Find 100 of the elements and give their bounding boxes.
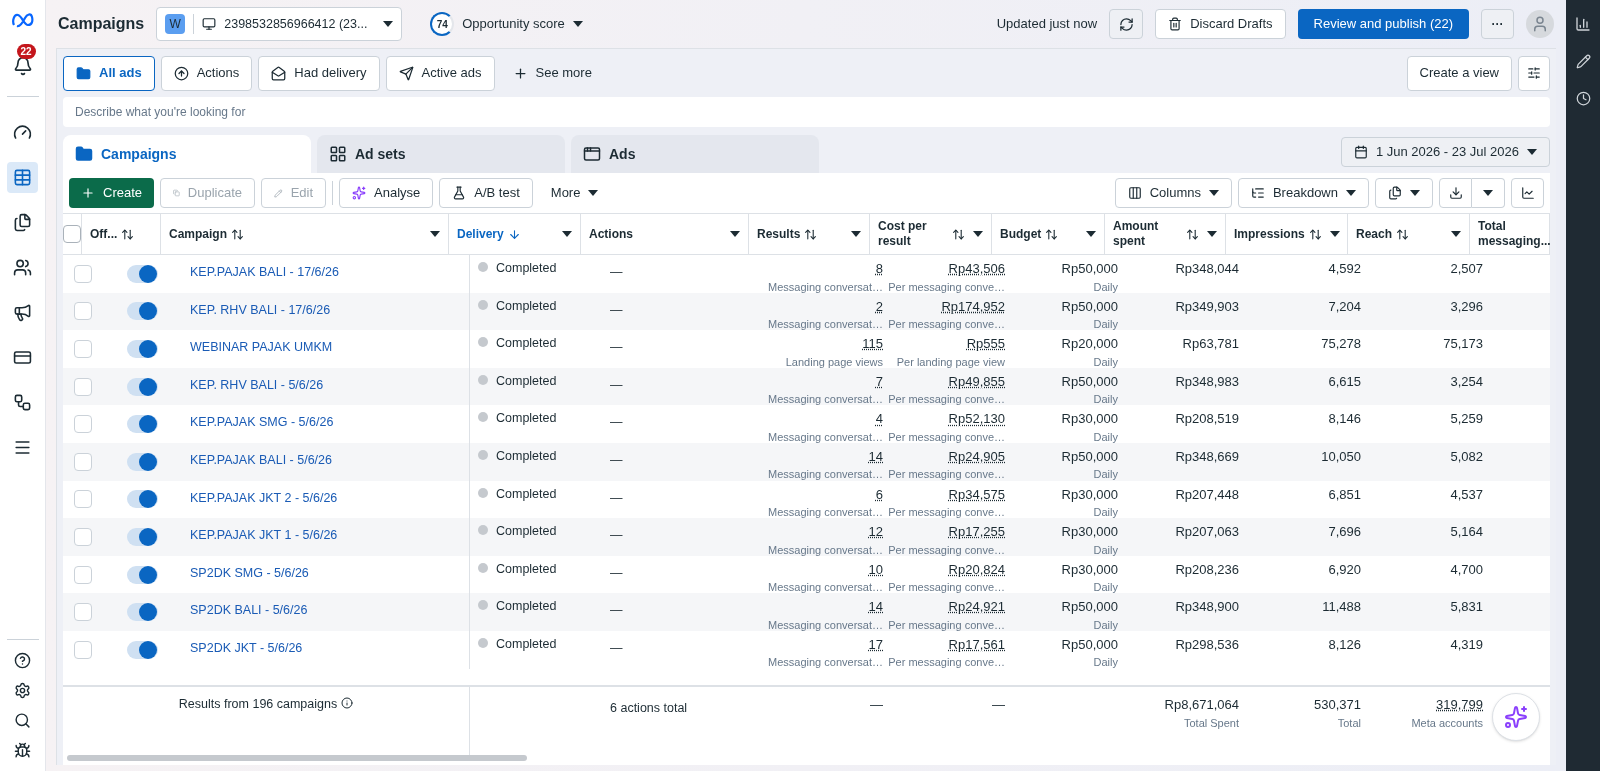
toggle-switch[interactable] <box>127 565 158 584</box>
sort-down-icon[interactable] <box>507 227 521 241</box>
filter-chip[interactable]: Active ads <box>385 55 495 91</box>
people-icon[interactable] <box>13 258 32 277</box>
level-tab[interactable]: Campaigns <box>63 135 311 173</box>
cost-per-result-value[interactable]: Rp34,575 <box>948 484 1005 505</box>
campaign-name-link[interactable]: KEP.PAJAK JKT 2 - 5/6/26 <box>190 490 338 505</box>
export-menu-button[interactable] <box>1472 178 1505 208</box>
assistant-button[interactable] <box>1492 693 1540 741</box>
row-checkbox[interactable] <box>74 302 92 321</box>
settings-icon[interactable] <box>14 682 31 699</box>
column-header[interactable]: Results <box>757 226 801 242</box>
toggle-switch[interactable] <box>127 340 158 358</box>
network-icon[interactable] <box>13 393 32 412</box>
info-icon[interactable] <box>341 697 354 709</box>
campaign-name-link[interactable]: SP2DK SMG - 5/6/26 <box>190 565 309 580</box>
credit-card-icon[interactable] <box>13 348 32 367</box>
row-checkbox[interactable] <box>74 452 92 471</box>
campaign-name-link[interactable]: KEP.PAJAK BALI - 5/6/26 <box>190 452 332 467</box>
cost-per-result-value[interactable]: Rp20,824 <box>948 559 1005 580</box>
sort-icon[interactable] <box>1308 227 1322 241</box>
column-header[interactable]: Off... <box>90 226 118 242</box>
pencil-icon[interactable] <box>1575 54 1591 69</box>
cost-per-result-value[interactable]: Rp17,255 <box>948 522 1005 542</box>
toggle-switch[interactable] <box>127 603 158 622</box>
row-checkbox[interactable] <box>74 527 92 546</box>
meta-logo[interactable] <box>10 12 35 28</box>
bar-chart-icon[interactable] <box>1575 16 1591 32</box>
account-selector[interactable]: W 2398532856966412 (23... <box>156 7 403 41</box>
column-header[interactable]: Cost per result <box>878 219 948 249</box>
campaign-name-link[interactable]: SP2DK JKT - 5/6/26 <box>190 640 303 655</box>
results-value[interactable]: 14 <box>868 597 883 617</box>
toggle-switch[interactable] <box>127 527 158 546</box>
cost-per-result-value[interactable]: Rp43,506 <box>948 259 1005 279</box>
column-header[interactable]: Total messaging... <box>1478 219 1551 249</box>
filter-chip[interactable]: All ads <box>63 55 155 91</box>
reports-button[interactable] <box>1375 178 1433 208</box>
sort-icon[interactable] <box>1045 227 1059 241</box>
results-value[interactable]: 115 <box>862 334 883 354</box>
campaign-name-link[interactable]: KEP.PAJAK JKT 1 - 5/6/26 <box>190 528 338 543</box>
results-value[interactable]: 10 <box>868 559 883 580</box>
results-value[interactable]: 12 <box>868 522 883 542</box>
row-checkbox[interactable] <box>74 415 92 434</box>
gauge-icon[interactable] <box>13 123 32 142</box>
toggle-switch[interactable] <box>127 377 158 396</box>
toggle-switch[interactable] <box>127 415 158 434</box>
ab-test-button[interactable]: A/B test <box>439 178 533 208</box>
sort-icon[interactable] <box>121 227 135 241</box>
view-settings-button[interactable] <box>1518 55 1550 91</box>
search-icon[interactable] <box>14 712 31 729</box>
create-button[interactable]: Create <box>69 178 155 208</box>
cost-per-result-value[interactable]: Rp52,130 <box>948 409 1005 429</box>
date-range-picker[interactable]: 1 Jun 2026 - 23 Jul 2026 <box>1340 137 1550 167</box>
column-header[interactable]: Delivery <box>457 226 504 242</box>
export-button[interactable] <box>1439 178 1472 208</box>
refresh-button[interactable] <box>1109 9 1144 39</box>
profile-avatar[interactable] <box>1526 10 1554 38</box>
row-checkbox[interactable] <box>74 603 92 622</box>
column-header[interactable]: Reach <box>1356 226 1393 242</box>
reach-total[interactable]: 319,799 <box>1436 695 1483 715</box>
row-checkbox[interactable] <box>74 565 92 584</box>
toggle-switch[interactable] <box>127 302 158 321</box>
cost-per-result-value[interactable]: Rp17,561 <box>948 634 1005 655</box>
discard-drafts-button[interactable]: Discard Drafts <box>1155 9 1286 39</box>
opportunity-score-label[interactable]: Opportunity score <box>462 14 565 34</box>
columns-button[interactable]: Columns <box>1114 178 1232 208</box>
results-value[interactable]: 14 <box>868 446 883 467</box>
sort-icon[interactable] <box>952 227 965 241</box>
level-tab[interactable]: Ad sets <box>317 135 565 173</box>
sort-icon[interactable] <box>231 227 244 241</box>
campaign-name-link[interactable]: KEP.PAJAK BALI - 17/6/26 <box>190 265 339 279</box>
see-more-button[interactable]: See more <box>500 63 604 83</box>
row-checkbox[interactable] <box>74 264 92 283</box>
more-button[interactable]: ··· <box>1481 9 1514 39</box>
sort-icon[interactable] <box>1396 227 1410 241</box>
review-publish-button[interactable]: Review and publish (22) <box>1297 9 1469 39</box>
results-value[interactable]: 4 <box>875 409 883 429</box>
toggle-switch[interactable] <box>127 264 158 283</box>
more-menu-button[interactable]: More <box>538 183 611 203</box>
results-value[interactable]: 8 <box>875 259 883 279</box>
analyse-button[interactable]: Analyse <box>339 178 434 208</box>
cost-per-result-value[interactable]: Rp555 <box>966 334 1005 354</box>
cost-per-result-value[interactable]: Rp174,952 <box>941 296 1005 317</box>
campaign-name-link[interactable]: KEP. RHV BALI - 5/6/26 <box>190 377 324 392</box>
cost-per-result-value[interactable]: Rp24,905 <box>948 446 1005 467</box>
campaign-name-link[interactable]: KEP. RHV BALI - 17/6/26 <box>190 302 331 317</box>
sort-icon[interactable] <box>804 227 818 241</box>
results-value[interactable]: 6 <box>875 484 883 505</box>
column-header[interactable]: Actions <box>589 226 633 242</box>
notifications-icon[interactable] <box>12 56 33 76</box>
clock-icon[interactable] <box>1575 91 1591 106</box>
menu-icon[interactable] <box>13 438 32 457</box>
results-value[interactable]: 17 <box>868 634 883 655</box>
campaign-name-link[interactable]: WEBINAR PAJAK UMKM <box>190 340 333 355</box>
table-icon[interactable] <box>13 168 32 187</box>
megaphone-icon[interactable] <box>13 303 32 322</box>
horizontal-scrollbar[interactable] <box>67 755 527 761</box>
cost-per-result-value[interactable]: Rp49,855 <box>948 371 1005 392</box>
search-field[interactable]: Describe what you're looking for <box>63 97 1550 127</box>
filter-chip[interactable]: Had delivery <box>258 55 380 91</box>
